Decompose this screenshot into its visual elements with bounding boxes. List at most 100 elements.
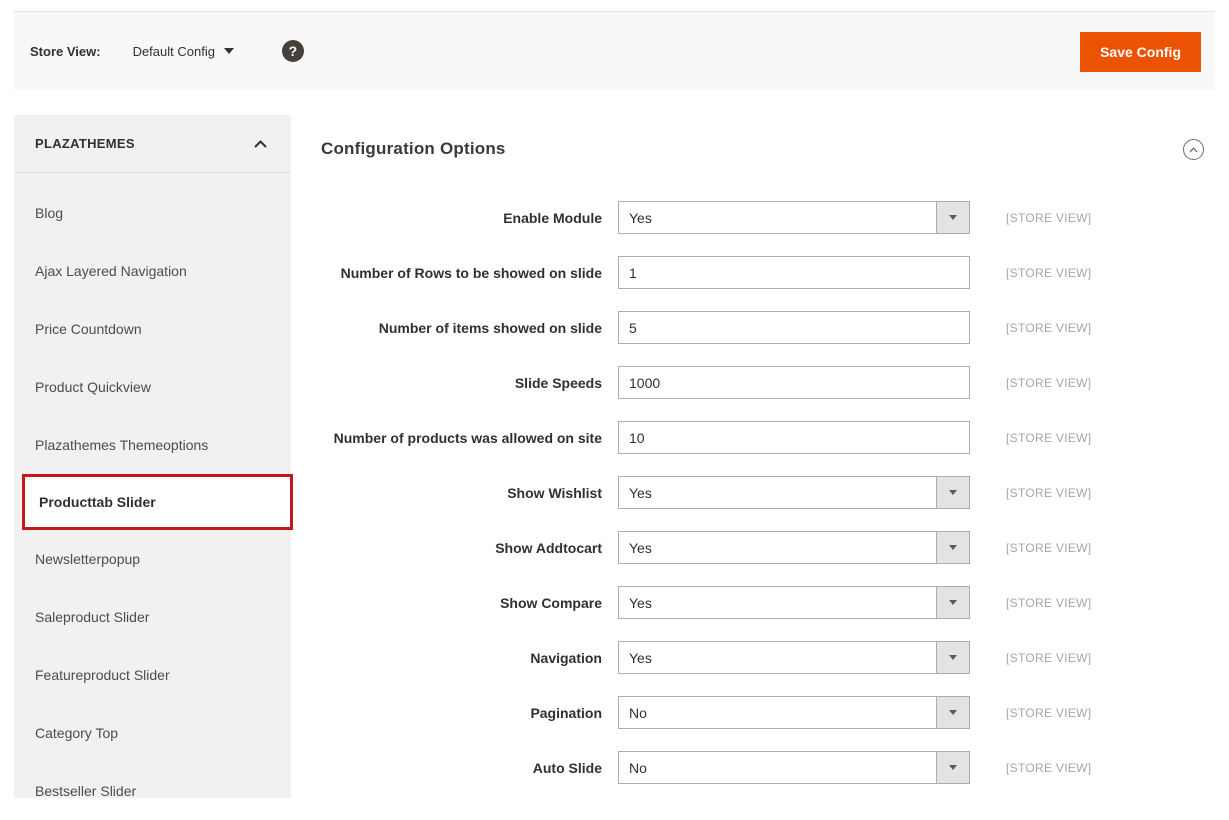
field-label: Show Addtocart — [321, 540, 602, 556]
config-form: Enable Module Yes [STORE VIEW] Number of… — [321, 190, 1215, 795]
field-row-number-of-products: Number of products was allowed on site [… — [321, 410, 1215, 465]
scope-label: [STORE VIEW] — [1006, 266, 1091, 280]
number-of-items-input[interactable] — [618, 311, 970, 344]
auto-slide-select[interactable]: No — [618, 751, 970, 784]
scope-label: [STORE VIEW] — [1006, 651, 1091, 665]
field-row-navigation: Navigation Yes [STORE VIEW] — [321, 630, 1215, 685]
number-of-products-input[interactable] — [618, 421, 970, 454]
sidebar-item-ajax-layered-navigation[interactable]: Ajax Layered Navigation — [14, 242, 291, 300]
slide-speeds-input[interactable] — [618, 366, 970, 399]
sidebar-item-saleproduct-slider[interactable]: Saleproduct Slider — [14, 588, 291, 646]
chevron-down-icon — [949, 600, 957, 605]
select-value: No — [619, 705, 936, 721]
save-config-button[interactable]: Save Config — [1080, 32, 1201, 72]
scope-label: [STORE VIEW] — [1006, 541, 1091, 555]
select-value: Yes — [619, 650, 936, 666]
scope-label: [STORE VIEW] — [1006, 211, 1091, 225]
sidebar-item-category-top[interactable]: Category Top — [14, 704, 291, 762]
sidebar-item-label: Category Top — [35, 725, 118, 741]
sidebar-item-label: Plazathemes Themeoptions — [35, 437, 208, 453]
section-collapse-button[interactable] — [1183, 139, 1204, 160]
field-label: Number of products was allowed on site — [321, 430, 602, 446]
chevron-down-icon — [949, 655, 957, 660]
chevron-down-icon — [224, 48, 234, 54]
field-row-auto-slide: Auto Slide No [STORE VIEW] — [321, 740, 1215, 795]
chevron-down-icon — [949, 490, 957, 495]
page-title: Configuration Options — [321, 139, 506, 159]
enable-module-select[interactable]: Yes — [618, 201, 970, 234]
field-row-number-of-items: Number of items showed on slide [STORE V… — [321, 300, 1215, 355]
scope-label: [STORE VIEW] — [1006, 376, 1091, 390]
sidebar-item-newsletterpopup[interactable]: Newsletterpopup — [14, 530, 291, 588]
sidebar-section-plazathemes[interactable]: PLAZATHEMES — [14, 115, 291, 173]
select-value: Yes — [619, 210, 936, 226]
show-compare-select[interactable]: Yes — [618, 586, 970, 619]
sidebar-item-label: Newsletterpopup — [35, 551, 140, 567]
sidebar-item-product-quickview[interactable]: Product Quickview — [14, 358, 291, 416]
chevron-down-icon — [949, 765, 957, 770]
select-value: Yes — [619, 540, 936, 556]
store-scope-value: Default Config — [133, 44, 215, 59]
number-of-rows-input[interactable] — [618, 256, 970, 289]
sidebar-item-producttab-slider[interactable]: Producttab Slider — [22, 474, 293, 530]
field-label: Slide Speeds — [321, 375, 602, 391]
sidebar-item-label: Bestseller Slider — [35, 783, 136, 799]
config-sidebar: PLAZATHEMES Blog Ajax Layered Navigation… — [14, 115, 291, 798]
sidebar-item-label: Ajax Layered Navigation — [35, 263, 187, 279]
store-view-label: Store View: — [30, 44, 101, 59]
chevron-down-icon — [949, 215, 957, 220]
select-value: No — [619, 760, 936, 776]
field-label: Enable Module — [321, 210, 602, 226]
field-label: Number of items showed on slide — [321, 320, 602, 336]
field-label: Number of Rows to be showed on slide — [321, 265, 602, 281]
scope-label: [STORE VIEW] — [1006, 761, 1091, 775]
scope-label: [STORE VIEW] — [1006, 431, 1091, 445]
sidebar-item-label: Featureproduct Slider — [35, 667, 170, 683]
scope-label: [STORE VIEW] — [1006, 321, 1091, 335]
pagination-select[interactable]: No — [618, 696, 970, 729]
scope-label: [STORE VIEW] — [1006, 486, 1091, 500]
sidebar-item-label: Price Countdown — [35, 321, 142, 337]
select-value: Yes — [619, 485, 936, 501]
show-addtocart-select[interactable]: Yes — [618, 531, 970, 564]
select-arrow-button[interactable] — [936, 642, 969, 673]
sidebar-item-blog[interactable]: Blog — [14, 184, 291, 242]
select-value: Yes — [619, 595, 936, 611]
sidebar-item-label: Producttab Slider — [39, 494, 156, 510]
select-arrow-button[interactable] — [936, 752, 969, 783]
select-arrow-button[interactable] — [936, 697, 969, 728]
select-arrow-button[interactable] — [936, 202, 969, 233]
field-label: Auto Slide — [321, 760, 602, 776]
page-actions-toolbar: Store View: Default Config ? Save Config — [14, 11, 1215, 90]
chevron-down-icon — [949, 710, 957, 715]
field-row-show-wishlist: Show Wishlist Yes [STORE VIEW] — [321, 465, 1215, 520]
sidebar-item-bestseller-slider[interactable]: Bestseller Slider — [14, 762, 291, 820]
chevron-up-icon — [254, 140, 267, 148]
sidebar-item-price-countdown[interactable]: Price Countdown — [14, 300, 291, 358]
sidebar-item-label: Saleproduct Slider — [35, 609, 149, 625]
chevron-up-icon — [1189, 147, 1198, 153]
store-scope-switcher[interactable]: Default Config — [133, 44, 234, 59]
field-label: Show Wishlist — [321, 485, 602, 501]
select-arrow-button[interactable] — [936, 477, 969, 508]
field-row-slide-speeds: Slide Speeds [STORE VIEW] — [321, 355, 1215, 410]
sidebar-item-label: Product Quickview — [35, 379, 151, 395]
field-label: Navigation — [321, 650, 602, 666]
sidebar-section-title: PLAZATHEMES — [35, 136, 135, 151]
scope-label: [STORE VIEW] — [1006, 706, 1091, 720]
field-row-enable-module: Enable Module Yes [STORE VIEW] — [321, 190, 1215, 245]
help-icon[interactable]: ? — [282, 40, 304, 62]
field-row-number-of-rows: Number of Rows to be showed on slide [ST… — [321, 245, 1215, 300]
field-row-show-addtocart: Show Addtocart Yes [STORE VIEW] — [321, 520, 1215, 575]
field-row-show-compare: Show Compare Yes [STORE VIEW] — [321, 575, 1215, 630]
show-wishlist-select[interactable]: Yes — [618, 476, 970, 509]
sidebar-item-plazathemes-themeoptions[interactable]: Plazathemes Themeoptions — [14, 416, 291, 474]
select-arrow-button[interactable] — [936, 532, 969, 563]
field-row-pagination: Pagination No [STORE VIEW] — [321, 685, 1215, 740]
sidebar-menu: Blog Ajax Layered Navigation Price Count… — [14, 173, 291, 820]
sidebar-item-featureproduct-slider[interactable]: Featureproduct Slider — [14, 646, 291, 704]
scope-label: [STORE VIEW] — [1006, 596, 1091, 610]
sidebar-item-label: Blog — [35, 205, 63, 221]
navigation-select[interactable]: Yes — [618, 641, 970, 674]
select-arrow-button[interactable] — [936, 587, 969, 618]
